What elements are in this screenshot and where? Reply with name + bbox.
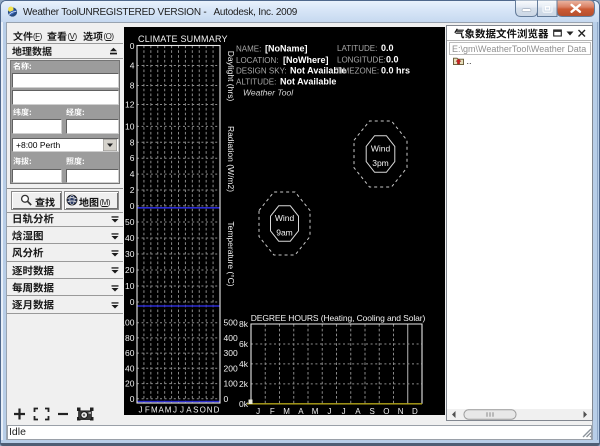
svg-text:2k: 2k bbox=[239, 379, 249, 389]
svg-text:Not Available: Not Available bbox=[280, 77, 336, 87]
svg-text:S: S bbox=[193, 406, 198, 415]
svg-text:200: 200 bbox=[224, 363, 238, 373]
svg-text:ALTITUDE:: ALTITUDE: bbox=[236, 78, 276, 87]
svg-text:12: 12 bbox=[125, 100, 135, 110]
svg-text:50: 50 bbox=[125, 217, 135, 227]
svg-text:A: A bbox=[186, 406, 192, 415]
svg-text:9am: 9am bbox=[276, 228, 293, 238]
svg-text:Daylight (hrs): Daylight (hrs) bbox=[226, 51, 236, 102]
svg-text:NAME:: NAME: bbox=[236, 45, 261, 54]
svg-text:0.0: 0.0 bbox=[386, 55, 399, 65]
svg-text:N: N bbox=[207, 406, 213, 415]
svg-text:0.0 hrs: 0.0 hrs bbox=[381, 66, 410, 76]
svg-text:4k: 4k bbox=[239, 359, 249, 369]
svg-text:60: 60 bbox=[125, 348, 135, 358]
svg-text:6: 6 bbox=[130, 153, 135, 163]
svg-text:LONGITUDE:: LONGITUDE: bbox=[337, 56, 386, 65]
svg-text:4: 4 bbox=[130, 169, 135, 179]
svg-text:[NoName]: [NoName] bbox=[265, 44, 308, 54]
svg-text:6k: 6k bbox=[239, 339, 249, 349]
svg-text:400: 400 bbox=[224, 333, 238, 343]
svg-text:O: O bbox=[200, 406, 206, 415]
svg-text:80: 80 bbox=[125, 333, 135, 343]
svg-text:8k: 8k bbox=[239, 319, 249, 329]
svg-text:A: A bbox=[298, 407, 304, 415]
svg-text:20: 20 bbox=[125, 265, 135, 275]
svg-text:M: M bbox=[151, 406, 158, 415]
svg-text:M: M bbox=[283, 407, 290, 415]
svg-text:J: J bbox=[327, 407, 331, 415]
svg-text:20: 20 bbox=[125, 379, 135, 389]
svg-text:0.0: 0.0 bbox=[381, 43, 394, 53]
svg-text:CLIMATE SUMMARY: CLIMATE SUMMARY bbox=[138, 34, 228, 44]
svg-text:40: 40 bbox=[125, 363, 135, 373]
svg-text:J: J bbox=[342, 407, 346, 415]
svg-text:J: J bbox=[180, 406, 184, 415]
svg-text:M: M bbox=[312, 407, 319, 415]
svg-text:F: F bbox=[270, 407, 275, 415]
svg-text:300: 300 bbox=[224, 348, 238, 358]
svg-text:30: 30 bbox=[125, 249, 135, 259]
svg-text:Wind: Wind bbox=[371, 144, 391, 154]
svg-text:DEGREE HOURS (Heating, Cooling: DEGREE HOURS (Heating, Cooling and Solar… bbox=[251, 313, 426, 323]
svg-text:10: 10 bbox=[125, 281, 135, 291]
svg-text:0: 0 bbox=[130, 41, 135, 51]
svg-text:0k: 0k bbox=[239, 399, 249, 409]
svg-text:O: O bbox=[383, 407, 389, 415]
svg-text:A: A bbox=[355, 407, 361, 415]
svg-text:J: J bbox=[173, 406, 177, 415]
svg-text:A: A bbox=[159, 406, 165, 415]
svg-text:N: N bbox=[398, 407, 404, 415]
svg-text:J: J bbox=[256, 407, 260, 415]
svg-text:500: 500 bbox=[224, 318, 238, 328]
svg-text:8: 8 bbox=[130, 81, 135, 91]
svg-text:D: D bbox=[412, 407, 418, 415]
svg-text:S: S bbox=[369, 407, 374, 415]
svg-text:Wind: Wind bbox=[275, 213, 295, 223]
svg-text:D: D bbox=[214, 406, 220, 415]
svg-text:2: 2 bbox=[130, 185, 135, 195]
svg-text:DESIGN SKY:: DESIGN SKY: bbox=[236, 67, 287, 76]
svg-text:Temperature (°C): Temperature (°C) bbox=[226, 221, 236, 286]
svg-text:TIMEZONE:: TIMEZONE: bbox=[336, 67, 380, 76]
svg-text:LOCATION:: LOCATION: bbox=[236, 56, 279, 65]
svg-text:0: 0 bbox=[224, 394, 229, 404]
svg-text:[NoWhere]: [NoWhere] bbox=[283, 55, 329, 65]
svg-text:8: 8 bbox=[130, 137, 135, 147]
svg-text:LATITUDE:: LATITUDE: bbox=[337, 44, 377, 53]
svg-text:40: 40 bbox=[125, 233, 135, 243]
svg-text:Radiation (W/m2): Radiation (W/m2) bbox=[226, 126, 236, 192]
svg-text:0: 0 bbox=[130, 394, 135, 404]
svg-text:100: 100 bbox=[224, 379, 238, 389]
svg-text:0: 0 bbox=[130, 201, 135, 211]
svg-text:10: 10 bbox=[125, 121, 135, 131]
svg-text:3pm: 3pm bbox=[372, 158, 389, 168]
svg-text:J: J bbox=[138, 406, 142, 415]
svg-text:M: M bbox=[165, 406, 172, 415]
svg-text:Weather Tool: Weather Tool bbox=[243, 88, 294, 98]
svg-text:100: 100 bbox=[124, 318, 135, 328]
svg-text:F: F bbox=[145, 406, 150, 415]
svg-text:0: 0 bbox=[130, 297, 135, 307]
svg-text:4: 4 bbox=[130, 61, 135, 71]
